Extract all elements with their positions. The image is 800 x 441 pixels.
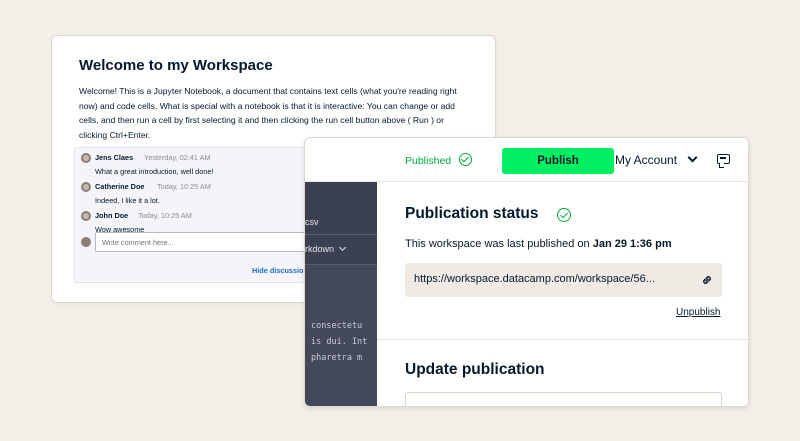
section-divider — [377, 339, 748, 340]
update-publication-field[interactable] — [405, 392, 722, 406]
code-line: pharetra m — [311, 353, 363, 363]
chat-icon[interactable] — [717, 154, 730, 168]
publication-status-title: Publication status — [405, 205, 539, 222]
last-published-text: This workspace was last published on Jan… — [405, 238, 672, 250]
editor-text: csv — [305, 217, 319, 227]
comment-text: Indeed, I like it a lot. — [95, 196, 160, 205]
editor-divider — [305, 234, 377, 235]
publish-button[interactable]: Publish — [502, 148, 614, 174]
comment-author: Jens Claes — [95, 153, 134, 162]
notebook-text-cell: Welcome! This is a Jupyter Notebook, a d… — [79, 86, 457, 140]
editor-background: csv rkdown consectetu is dui. Int pharet… — [305, 182, 377, 406]
last-published-date: Jan 29 1:36 pm — [592, 238, 672, 250]
avatar — [81, 211, 91, 221]
comment-time: Today, 10:25 AM — [157, 182, 211, 191]
published-url-box[interactable]: https://workspace.datacamp.com/workspace… — [405, 263, 722, 297]
editor-divider — [305, 264, 377, 265]
comment-text: What a great introduction, well done! — [95, 167, 214, 176]
discussion-panel: Jens Claes Yesterday, 02:41 AM What a gr… — [74, 147, 334, 283]
hide-discussion-link[interactable]: Hide discussion — [252, 266, 308, 275]
avatar — [81, 153, 91, 163]
code-cell: consectetu is dui. Int pharetra m — [311, 318, 367, 366]
comment-author: John Doe — [95, 211, 129, 220]
comment-author: Catherine Doe — [95, 182, 145, 191]
check-circle-icon — [557, 208, 571, 222]
link-icon[interactable] — [701, 274, 713, 286]
my-account-menu[interactable]: My Account — [615, 153, 677, 167]
comment-time: Yesterday, 02:41 AM — [144, 153, 211, 162]
avatar — [81, 237, 91, 247]
unpublish-link[interactable]: Unpublish — [676, 307, 720, 318]
update-publication-title: Update publication — [405, 361, 545, 378]
code-line: is dui. Int — [311, 337, 368, 347]
avatar — [81, 182, 91, 192]
published-status-label: Published — [405, 155, 452, 167]
chevron-down-icon — [338, 243, 346, 252]
chevron-down-icon[interactable] — [687, 152, 698, 163]
publish-panel: Published Publish My Account csv rkdown … — [304, 137, 749, 407]
top-bar: Published Publish My Account — [305, 138, 748, 182]
published-url[interactable]: https://workspace.datacamp.com/workspace… — [414, 273, 655, 285]
code-line: consectetu — [311, 321, 363, 331]
check-circle-icon — [459, 153, 472, 166]
comment-input[interactable] — [95, 232, 315, 252]
comment-time: Today, 10:25 AM — [138, 211, 192, 220]
publication-content: Publication status This workspace was la… — [377, 182, 748, 406]
cell-type-select: rkdown — [305, 243, 346, 254]
notebook-title: Welcome to my Workspace — [79, 57, 273, 74]
